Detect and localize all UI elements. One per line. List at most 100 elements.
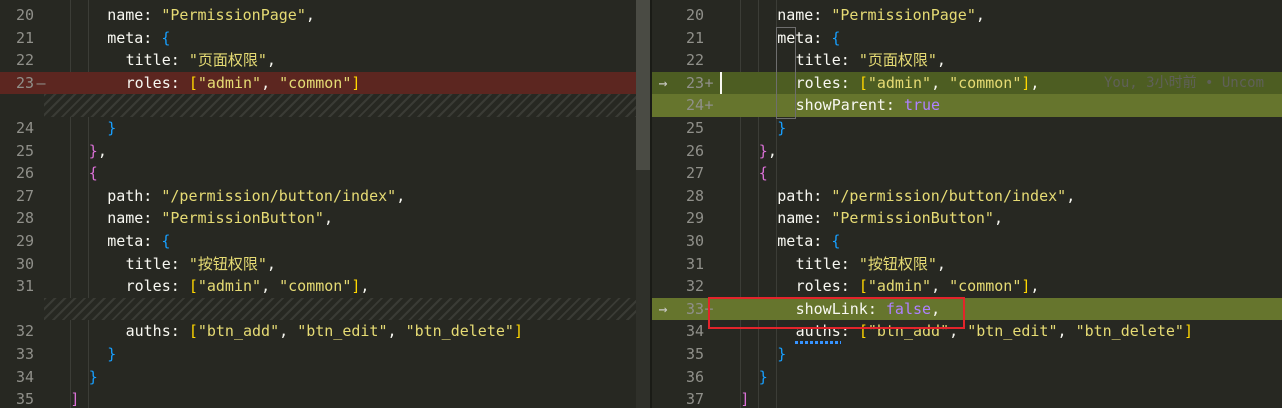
- code-line[interactable]: 21 meta: {: [0, 27, 636, 50]
- line-number: 28: [15, 209, 34, 228]
- code-line[interactable]: 35}: [652, 343, 1282, 366]
- code-token: title:: [795, 51, 859, 70]
- code-token: "btn_edit": [967, 322, 1058, 341]
- code-token: }: [758, 141, 768, 160]
- text-cursor: [720, 71, 722, 95]
- code-text: }: [52, 117, 116, 140]
- diff-filler-region: [44, 297, 636, 321]
- code-token: "按钮权限": [858, 254, 937, 273]
- code-text: }: [722, 343, 786, 366]
- code-token: {: [758, 164, 768, 183]
- code-line[interactable]: 30 meta: {: [652, 230, 1282, 253]
- code-line[interactable]: 24}: [0, 117, 636, 140]
- code-text: showParent: true: [722, 94, 941, 117]
- line-number: 21: [685, 28, 704, 47]
- code-line[interactable]: 20 name: "PermissionPage",: [0, 4, 636, 27]
- code-token: "btn_edit": [297, 322, 388, 341]
- added-line-marker: +: [704, 73, 714, 92]
- code-text: name: "PermissionButton",: [722, 207, 1003, 230]
- code-line[interactable]: 28 path: "/permission/button/index",: [652, 185, 1282, 208]
- line-number: 33: [685, 299, 704, 318]
- line-number: 26: [15, 164, 34, 183]
- code-line[interactable]: 32 roles: ["admin", "common"],: [652, 275, 1282, 298]
- code-token: "页面权限": [188, 51, 267, 70]
- code-line[interactable]: 26 {: [0, 162, 636, 185]
- code-token: ,: [1030, 277, 1040, 296]
- code-token: ,: [387, 322, 406, 341]
- bracket-match-outline: [776, 26, 796, 119]
- line-number: 27: [685, 164, 704, 183]
- modified-file-pane[interactable]: 20 name: "PermissionPage", 21 meta: {22 titl…: [652, 0, 1282, 408]
- code-line[interactable]: 28 name: "PermissionButton",: [0, 207, 636, 230]
- code-line[interactable]: 34}: [0, 366, 636, 389]
- code-line[interactable]: 23— roles: ["admin", "common"]: [0, 71, 636, 95]
- code-line[interactable]: 24 + showParent: true: [652, 94, 1282, 117]
- code-token: ,: [936, 51, 946, 70]
- code-text: {: [722, 162, 768, 185]
- highlight-callout-box: [708, 297, 965, 329]
- code-line[interactable]: 20 name: "PermissionPage",: [652, 4, 1282, 27]
- code-line[interactable]: 32 auths: ["btn_add", "btn_edit", "btn_de…: [0, 320, 636, 343]
- code-line[interactable]: → 23 + roles: ["admin", "common"], You, 3小时前…: [652, 71, 1282, 95]
- code-line[interactable]: 27 {: [652, 162, 1282, 185]
- code-token: auths:: [125, 322, 189, 341]
- line-number: 28: [685, 186, 704, 205]
- code-token: ]: [351, 73, 361, 92]
- code-token: ]: [1183, 322, 1193, 341]
- code-token: path:: [777, 186, 832, 205]
- original-file-pane[interactable]: 20 name: "PermissionPage", 21 meta: {22 titl…: [0, 0, 636, 408]
- line-number: 22: [15, 51, 34, 70]
- code-text: {: [52, 162, 98, 185]
- line-number: 33: [15, 345, 34, 363]
- code-token: [: [858, 73, 868, 92]
- line-number: 23: [15, 73, 34, 92]
- left-scrollbar[interactable]: [636, 0, 650, 408]
- code-token: roles:: [125, 277, 189, 296]
- code-line[interactable]: 35]: [0, 388, 636, 408]
- code-line[interactable]: 22 title: "页面权限",: [652, 49, 1282, 72]
- code-token: [: [858, 277, 868, 296]
- code-token: }: [758, 367, 768, 386]
- code-text: name: "PermissionButton",: [52, 207, 333, 230]
- code-text: title: "页面权限",: [52, 49, 276, 72]
- code-token: ,: [97, 141, 107, 160]
- code-text: name: "PermissionPage",: [52, 4, 315, 27]
- code-line[interactable]: 25},: [0, 140, 636, 163]
- code-token: "/permission/button/index": [161, 186, 397, 205]
- line-number: 22: [685, 51, 704, 70]
- code-token: "btn_delete": [1075, 322, 1184, 341]
- left-scrollbar-thumb[interactable]: [636, 0, 650, 170]
- code-token: {: [831, 28, 841, 47]
- code-token: ]: [70, 390, 80, 408]
- code-line[interactable]: 25}: [652, 117, 1282, 140]
- code-token: roles:: [795, 277, 859, 296]
- code-text: path: "/permission/button/index",: [52, 185, 405, 208]
- code-token: "admin": [867, 73, 932, 92]
- code-line[interactable]: 26},: [652, 140, 1282, 163]
- code-line[interactable]: 36}: [652, 366, 1282, 389]
- code-line[interactable]: 33}: [0, 343, 636, 366]
- code-token: {: [161, 232, 171, 250]
- line-number: 26: [685, 141, 704, 160]
- code-token: "admin": [867, 277, 932, 296]
- code-token: }: [107, 119, 117, 137]
- code-token: title:: [125, 254, 189, 273]
- code-line[interactable]: 22 title: "页面权限",: [0, 49, 636, 72]
- code-line[interactable]: 31 title: "按钮权限",: [652, 253, 1282, 276]
- code-text: meta: {: [52, 27, 170, 50]
- code-line[interactable]: 29 name: "PermissionButton",: [652, 207, 1282, 230]
- code-line[interactable]: 27 path: "/permission/button/index",: [0, 185, 636, 208]
- code-token: "PermissionButton": [161, 209, 324, 228]
- code-line[interactable]: 37]: [652, 388, 1282, 408]
- code-text: title: "按钮权限",: [722, 253, 946, 276]
- code-token: true: [903, 96, 941, 115]
- line-number: 37: [685, 390, 704, 408]
- code-line[interactable]: 30 title: "按钮权限",: [0, 253, 636, 276]
- code-line[interactable]: 31 roles: ["admin", "common"],: [0, 275, 636, 298]
- code-token: showParent:: [795, 96, 904, 115]
- code-token: "btn_add": [197, 322, 280, 341]
- code-line[interactable]: 29 meta: {: [0, 230, 636, 253]
- line-number: 25: [685, 119, 704, 137]
- code-line[interactable]: 21 meta: {: [652, 27, 1282, 50]
- code-token: }: [107, 345, 117, 363]
